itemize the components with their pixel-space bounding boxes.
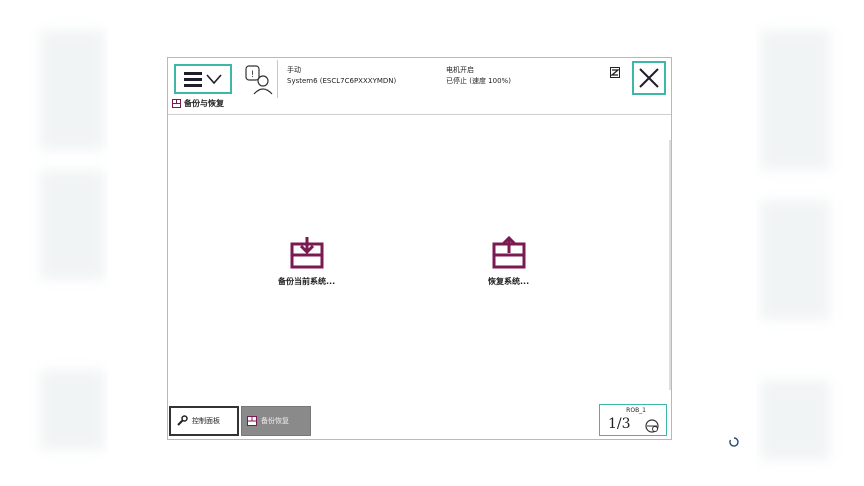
robot-speed-icon bbox=[645, 419, 659, 433]
user-status-icon[interactable]: ! bbox=[244, 64, 274, 96]
restore-system-button[interactable]: 恢复系统... bbox=[488, 236, 529, 287]
blurred-edge bbox=[40, 370, 105, 450]
control-panel-label: 控制面板 bbox=[192, 417, 220, 425]
hamburger-menu-icon bbox=[184, 71, 202, 87]
wrench-icon bbox=[177, 415, 188, 426]
page-title-text: 备份与恢复 bbox=[184, 99, 224, 108]
event-log-icon[interactable] bbox=[610, 67, 620, 78]
quickset-button[interactable]: ROB_1 1/3 bbox=[599, 404, 667, 436]
status-area[interactable]: 手动 System6 (ESCL7C6PXXXYMDN) 电机开启 已停止 (速… bbox=[280, 62, 628, 96]
restore-icon bbox=[492, 236, 526, 269]
program-state: 已停止 (速度 100%) bbox=[446, 77, 511, 85]
restore-system-label: 恢复系统... bbox=[488, 277, 530, 286]
blurred-edge bbox=[40, 170, 105, 280]
blurred-edge bbox=[760, 380, 830, 460]
backup-restore-tab-icon bbox=[247, 416, 257, 426]
svg-text:!: ! bbox=[251, 70, 255, 80]
close-icon bbox=[639, 68, 659, 88]
task-ratio: 1/3 bbox=[608, 416, 631, 432]
flexpendant-screen: ! 手动 System6 (ESCL7C6PXXXYMDN) 电机开启 已停止 … bbox=[167, 57, 672, 440]
robot-unit-label: ROB_1 bbox=[626, 407, 646, 414]
blurred-edge bbox=[40, 30, 105, 150]
backup-system-label: 备份当前系统... bbox=[278, 277, 336, 286]
header-divider bbox=[277, 60, 278, 98]
page-title: 备份与恢复 bbox=[172, 98, 224, 109]
control-panel-tab[interactable]: 控制面板 bbox=[169, 406, 239, 436]
backup-restore-tab[interactable]: 备份恢复 bbox=[241, 406, 311, 436]
operating-mode: 手动 bbox=[287, 66, 301, 74]
main-menu-button[interactable] bbox=[174, 64, 232, 94]
backup-restore-tab-label: 备份恢复 bbox=[261, 417, 289, 425]
loading-icon bbox=[729, 437, 739, 447]
chevron-down-icon bbox=[206, 74, 222, 84]
system-name: System6 (ESCL7C6PXXXYMDN) bbox=[287, 77, 397, 85]
blurred-edge bbox=[760, 200, 830, 320]
close-button[interactable] bbox=[632, 61, 666, 95]
blurred-edge bbox=[760, 30, 830, 170]
backup-restore-icon bbox=[172, 99, 181, 108]
motor-state: 电机开启 bbox=[446, 66, 474, 74]
screen-scroll-edge bbox=[669, 140, 671, 390]
title-separator bbox=[168, 114, 671, 115]
backup-system-button[interactable]: 备份当前系统... bbox=[278, 236, 335, 287]
backup-icon bbox=[290, 237, 324, 269]
